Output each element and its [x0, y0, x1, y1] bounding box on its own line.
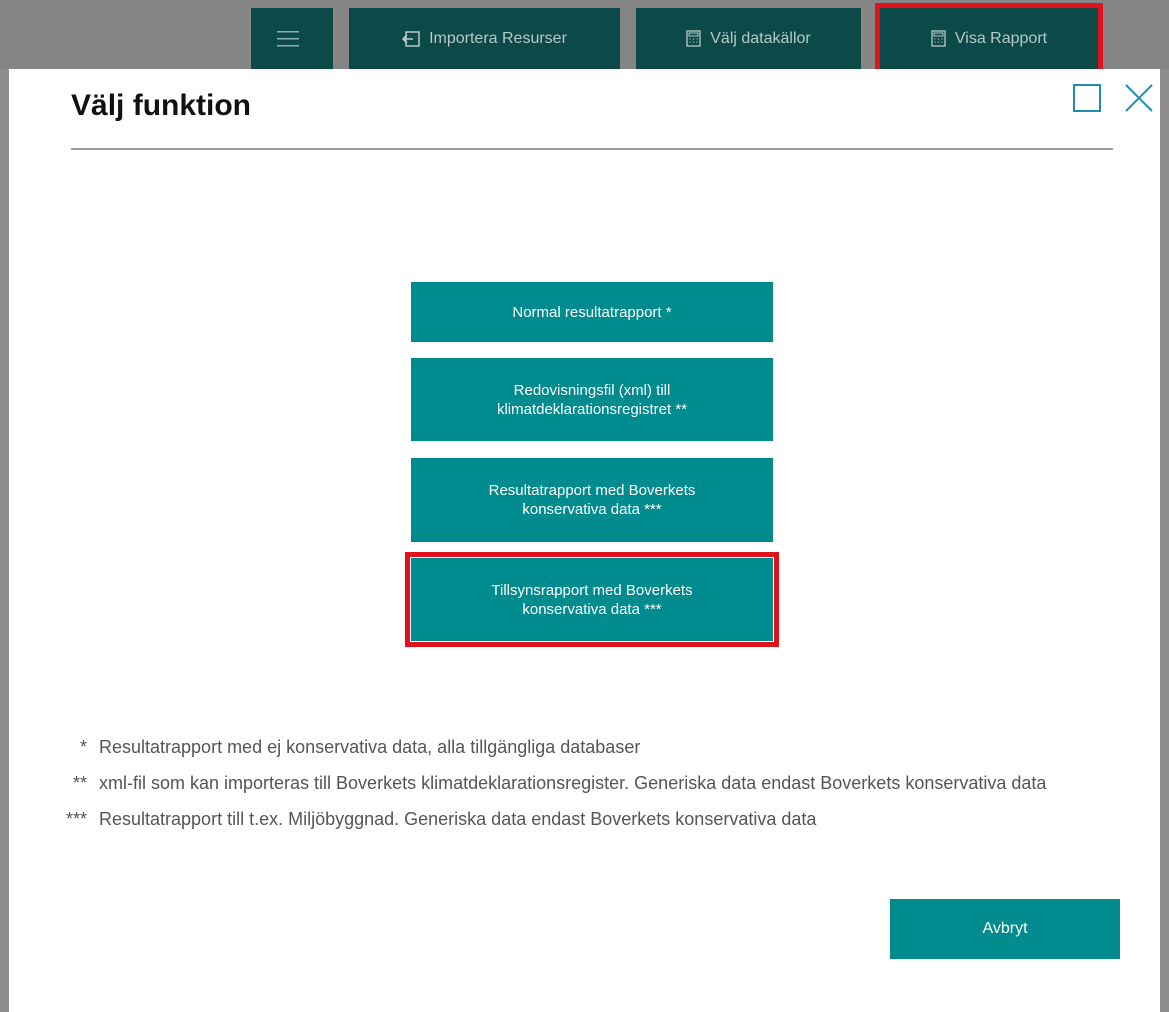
background-app-left-edge [0, 69, 9, 1012]
calculator-icon [931, 30, 946, 47]
footnote-text: Resultatrapport med ej konservativa data… [99, 737, 641, 757]
normal-report-button[interactable]: Normal resultatrapport * [411, 282, 773, 342]
choose-datasources-label: Välj datakällor [710, 29, 811, 47]
footnote-mark: * [79, 737, 87, 757]
show-report-label: Visa Rapport [954, 29, 1048, 47]
hamburger-icon [276, 30, 299, 46]
choose-function-dialog: Välj funktion Normal resultatrapport * R… [9, 69, 1160, 1012]
calculator-icon [686, 30, 701, 47]
supervision-report-button[interactable]: Tillsynsrapport med Boverkets konservati… [405, 552, 779, 647]
footnote-mark: *** [65, 809, 87, 829]
close-icon[interactable] [1124, 83, 1154, 113]
conservative-result-report-button[interactable]: Resultatrapport med Boverkets konservati… [411, 458, 773, 542]
footnote: *** Resultatrapport till t.ex. Miljöbygg… [49, 808, 1049, 831]
xml-declaration-file-button[interactable]: Redovisningsfil (xml) till klimatdeklara… [411, 358, 773, 441]
app-toolbar: Importera Resurser Välj datakällor Visa … [0, 0, 1169, 74]
footnotes: * Resultatrapport med ej konservativa da… [49, 736, 1049, 844]
footnote-text: xml-fil som kan importeras till Boverket… [99, 773, 1047, 793]
footnote: ** xml-fil som kan importeras till Bover… [49, 772, 1049, 795]
import-resources-button[interactable]: Importera Resurser [349, 8, 620, 69]
title-divider [71, 148, 1113, 150]
import-icon [402, 30, 420, 47]
footnote-text: Resultatrapport till t.ex. Miljöbyggnad.… [99, 809, 817, 829]
dialog-title: Välj funktion [71, 89, 251, 122]
footnote: * Resultatrapport med ej konservativa da… [49, 736, 1049, 759]
maximize-icon[interactable] [1072, 83, 1102, 113]
import-resources-label: Importera Resurser [429, 29, 567, 47]
menu-button[interactable] [251, 8, 333, 69]
show-report-button[interactable]: Visa Rapport [875, 3, 1103, 74]
background-app-right-edge [1160, 69, 1169, 1012]
choose-datasources-button[interactable]: Välj datakällor [636, 8, 861, 69]
cancel-button[interactable]: Avbryt [890, 899, 1120, 959]
footnote-mark: ** [72, 773, 87, 793]
